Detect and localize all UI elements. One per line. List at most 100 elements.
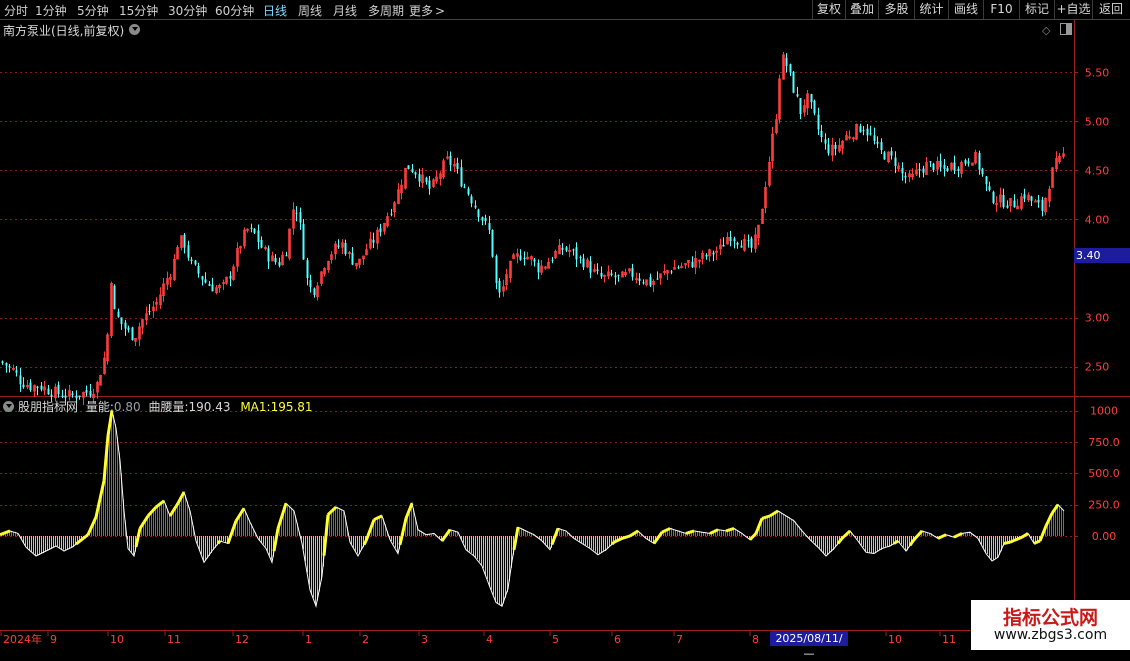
indicator-rising-segment: [158, 504, 160, 506]
candlestick: [163, 278, 165, 302]
candlestick: [667, 270, 669, 280]
candlestick: [373, 233, 375, 248]
indicator-rising-segment: [400, 536, 402, 545]
candlestick: [118, 308, 120, 317]
indicator-rising-segment: [230, 532, 232, 538]
diamond-icon[interactable]: ◇: [1042, 24, 1050, 37]
window-toggle-icon[interactable]: [1060, 23, 1072, 35]
candlestick: [744, 234, 746, 252]
candlestick: [9, 364, 11, 372]
candlestick: [352, 247, 354, 265]
candlestick: [132, 327, 134, 341]
crosshair-price-label: 3.40: [1074, 248, 1130, 263]
indicator-menu-icon[interactable]: [3, 401, 14, 412]
candlestick: [762, 209, 764, 224]
indicator-name[interactable]: 股朋指标网: [18, 400, 78, 414]
candlestick: [769, 157, 771, 188]
candlestick: [286, 252, 288, 257]
candlestick: [30, 379, 32, 392]
candlestick: [720, 239, 722, 255]
candlestick: [107, 333, 109, 365]
candlestick: [1017, 199, 1019, 209]
indicator-rising-segment: [840, 538, 842, 541]
candlestick: [786, 53, 788, 72]
indicator-rising-segment: [1024, 535, 1026, 536]
candlestick: [1031, 196, 1033, 206]
indicator-rising-segment: [84, 536, 86, 538]
candlestick: [527, 252, 529, 260]
candlestick: [97, 381, 99, 399]
indicator-rising-segment: [624, 537, 626, 538]
candlestick: [499, 278, 501, 298]
indicator-rising-segment: [410, 503, 412, 508]
date-label: 10: [110, 633, 124, 646]
candlestick: [905, 172, 907, 183]
candlestick: [268, 246, 270, 270]
indicator-rising-segment: [138, 528, 140, 537]
indicator-rising-segment: [330, 511, 332, 513]
dropdown-circle-icon[interactable]: [129, 24, 140, 35]
candlestick: [247, 228, 249, 232]
candlestick: [636, 273, 638, 284]
candlestick: [485, 215, 487, 225]
candlestick: [464, 184, 466, 188]
candlestick: [783, 52, 785, 80]
indicator-rising-segment: [768, 516, 770, 517]
candlestick: [209, 281, 211, 286]
watermark-title: 指标公式网: [971, 603, 1130, 630]
candlestick: [272, 252, 274, 262]
candlestick: [926, 157, 928, 175]
date-label: 2: [362, 633, 369, 646]
indicator-rising-segment: [96, 508, 98, 517]
indicator-rising-segment: [280, 516, 282, 522]
candlestick: [874, 128, 876, 145]
candlestick: [188, 241, 190, 261]
candlestick: [412, 164, 414, 173]
candlestick: [506, 269, 508, 290]
candlestick: [863, 126, 865, 135]
candlestick: [345, 240, 347, 256]
pane-divider: [0, 396, 1130, 397]
candlestick: [342, 239, 344, 254]
candlestick: [1045, 197, 1047, 215]
indicator-rising-segment: [324, 535, 326, 555]
indicator-rising-segment: [844, 535, 846, 537]
candlestick: [793, 71, 795, 93]
candlestick: [443, 158, 445, 179]
candlestick: [958, 166, 960, 177]
candlestick: [716, 247, 718, 260]
ma1-value: 195.81: [271, 400, 313, 414]
candlestick: [860, 124, 862, 133]
candlestick: [870, 126, 872, 136]
indicator-rising-segment: [910, 543, 912, 546]
candlestick: [930, 161, 932, 167]
qyl-value: 190.43: [188, 400, 230, 414]
candlestick: [702, 250, 704, 264]
candlestick: [657, 271, 659, 279]
indicator-rising-segment: [282, 510, 284, 516]
indicator-rising-segment: [714, 531, 716, 532]
candlestick: [384, 223, 386, 235]
indicator-rising-segment: [232, 527, 234, 533]
indicator-rising-segment: [620, 538, 622, 539]
candlestick: [622, 271, 624, 277]
indicator-rising-segment: [328, 513, 330, 515]
candlestick: [265, 245, 267, 250]
candlestick: [853, 137, 855, 142]
indicator-rising-segment: [712, 532, 714, 533]
candlestick: [23, 377, 25, 389]
kline-chart[interactable]: 5.505.004.504.003.002.501000750.0500.025…: [0, 0, 1130, 650]
indicator-rising-segment: [402, 527, 404, 536]
candlestick: [391, 209, 393, 216]
indicator-rising-segment: [102, 481, 104, 490]
indicator-rising-segment: [612, 542, 614, 544]
date-label: 2024年: [3, 632, 42, 646]
candlestick: [849, 130, 851, 139]
indicator-rising-segment: [716, 530, 718, 531]
candlestick: [104, 352, 106, 375]
indicator-rising-segment: [754, 533, 756, 535]
candlestick: [139, 323, 141, 347]
candlestick: [891, 147, 893, 159]
indicator-rising-segment: [98, 499, 100, 508]
candlestick: [170, 274, 172, 287]
